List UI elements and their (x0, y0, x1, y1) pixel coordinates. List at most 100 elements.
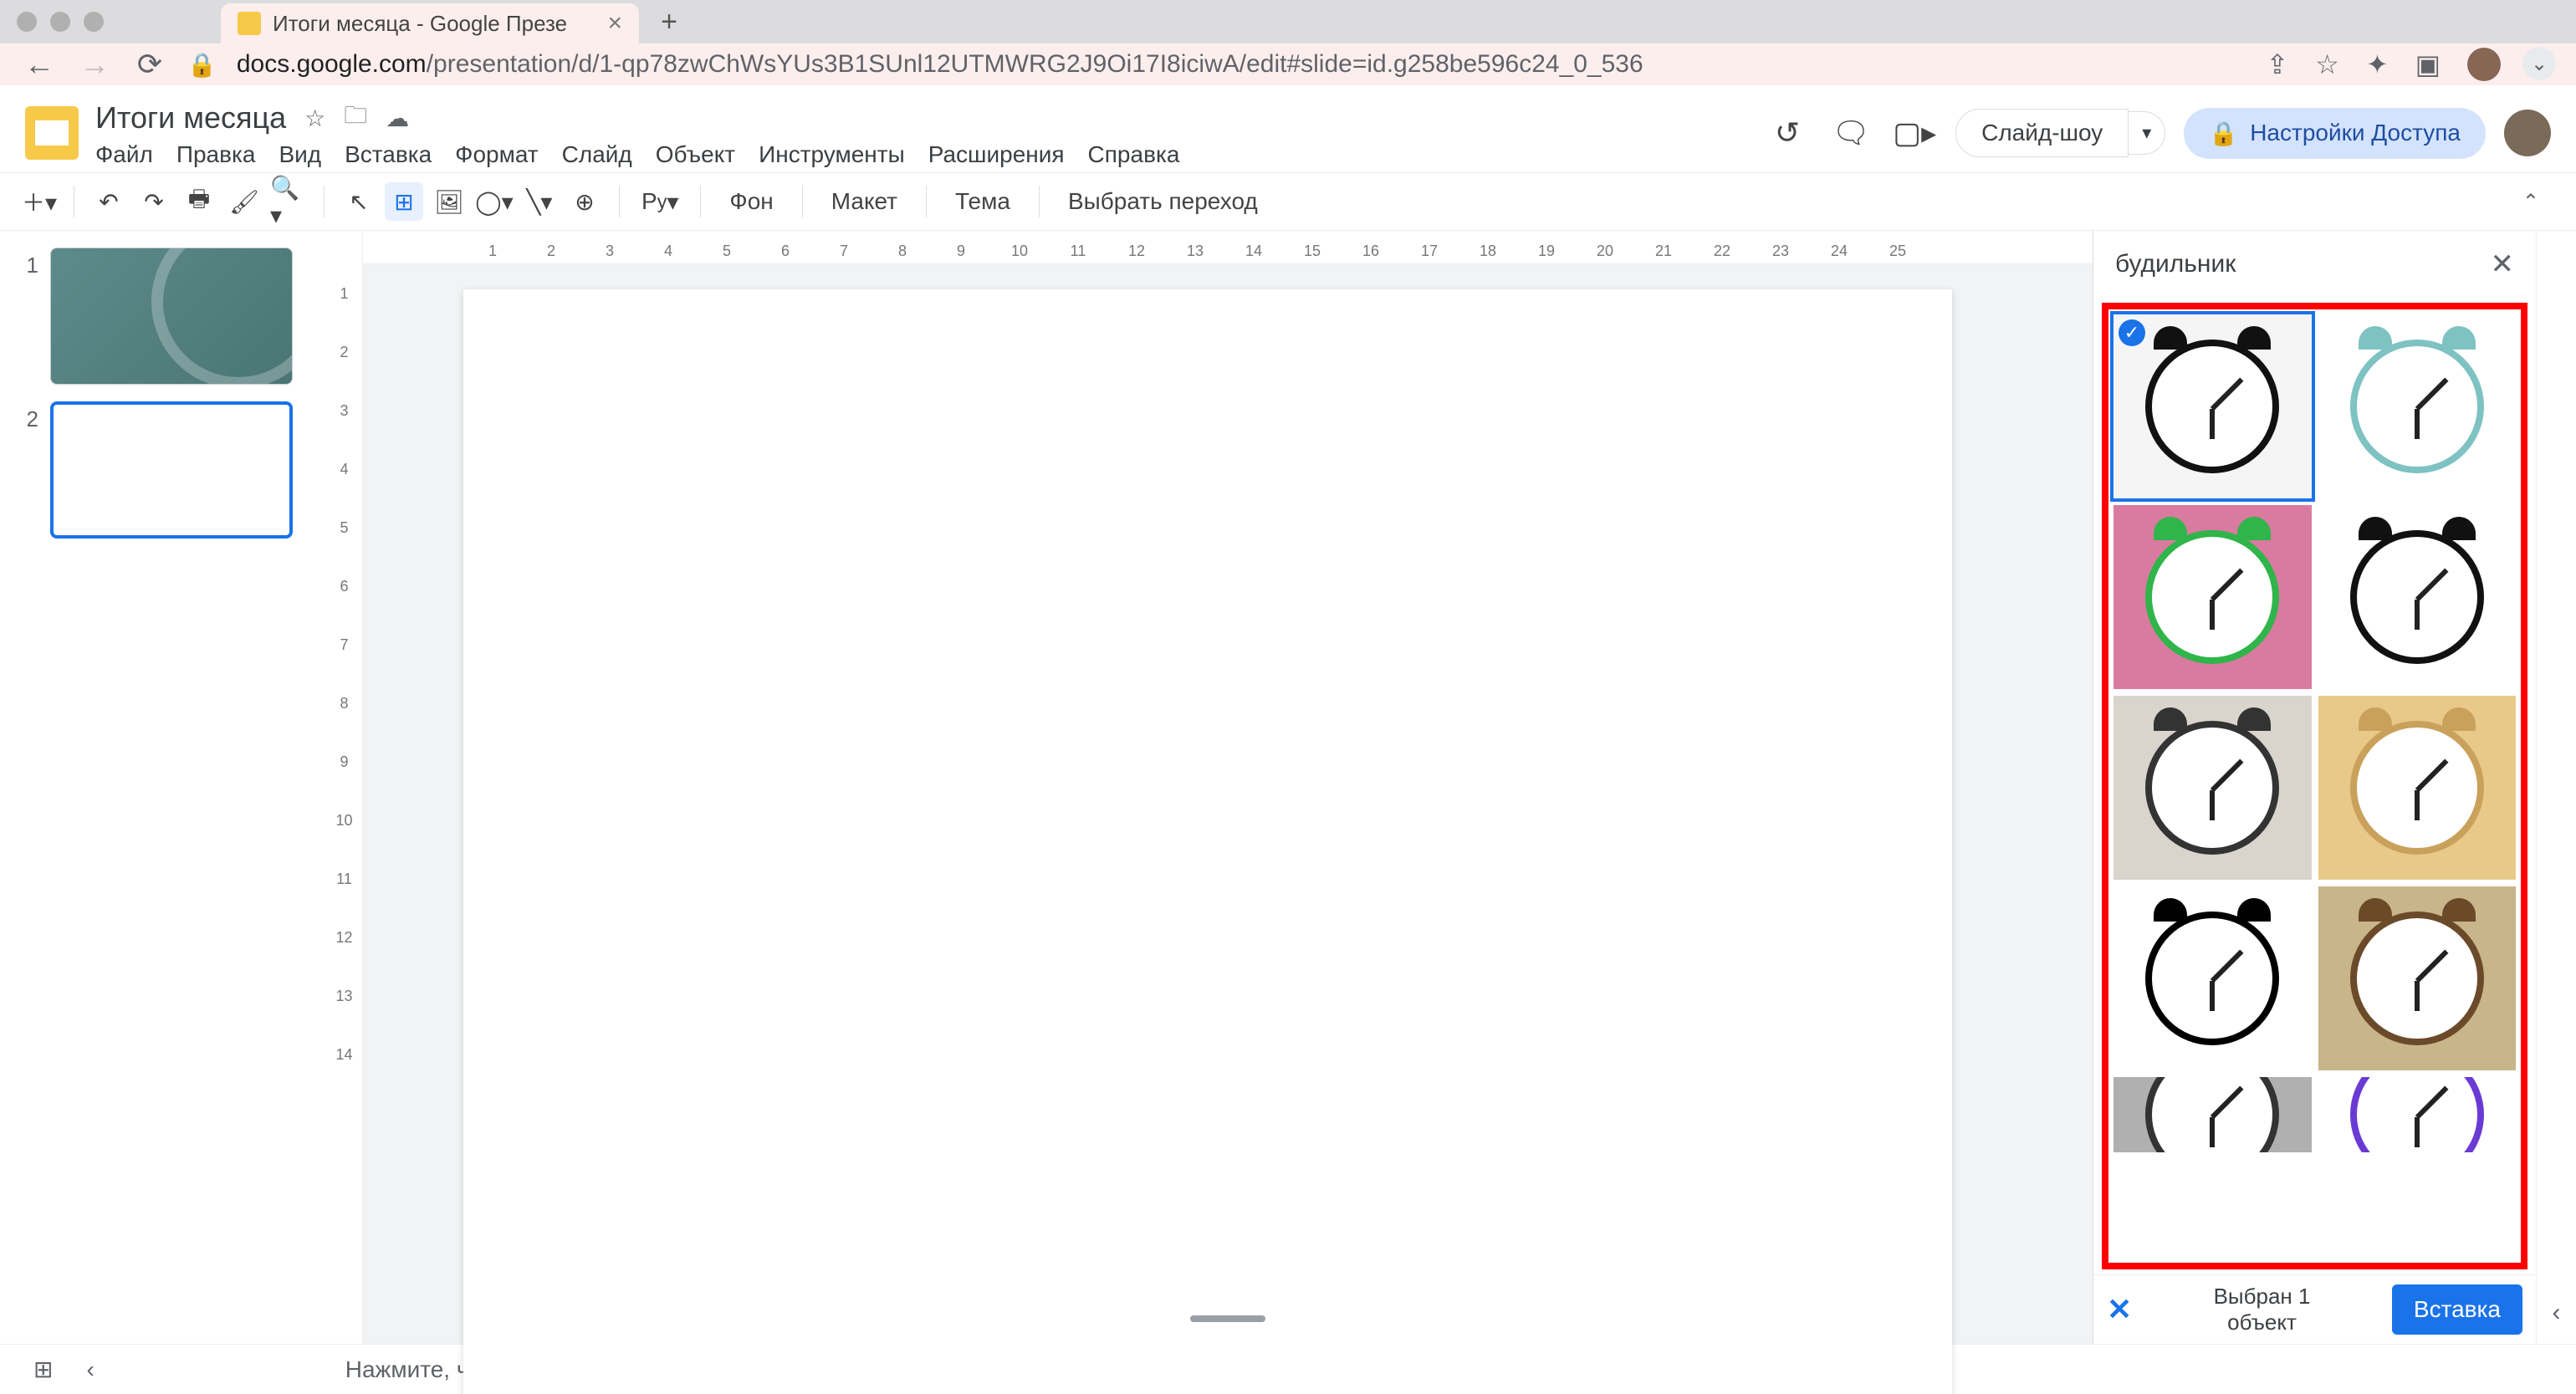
slide-thumbnail[interactable] (50, 401, 293, 539)
search-result-teal-alarm-clock[interactable] (2318, 314, 2517, 498)
menu-slide[interactable]: Слайд (562, 141, 632, 168)
slide-thumb-1[interactable]: 1 (20, 248, 306, 385)
maximize-window-icon[interactable] (84, 12, 104, 32)
search-result-green-alarm-clock[interactable] (2113, 505, 2312, 689)
slides-app: Итоги месяца ☆ 🗀 ☁ Файл Правка Вид Встав… (0, 85, 2576, 1394)
reload-button[interactable]: ⟳ (132, 47, 167, 82)
ruler-tick: 12 (1107, 231, 1166, 263)
ruler-tick: 17 (1400, 231, 1459, 263)
expand-side-icon[interactable]: ‹ (2553, 1299, 2561, 1327)
search-results: ✓ (2102, 303, 2527, 1269)
slide-thumbnail[interactable] (50, 248, 293, 385)
image-tool[interactable]: 🖼 (430, 182, 468, 221)
present-camera-icon[interactable]: ▢▸ (1892, 110, 1937, 156)
redo-button[interactable]: ↷ (135, 182, 173, 221)
theme-button[interactable]: Тема (942, 188, 1024, 215)
line-tool[interactable]: ╲▾ (520, 182, 559, 221)
menu-file[interactable]: Файл (95, 141, 153, 168)
tab-title: Итоги месяца - Google Презе (273, 11, 567, 37)
doc-title[interactable]: Итоги месяца (95, 100, 286, 135)
url-display[interactable]: docs.google.com/presentation/d/1-qp78zwC… (237, 50, 1643, 79)
slideshow-button[interactable]: Слайд-шоу (1955, 109, 2129, 157)
spellcheck-button[interactable]: Ру▾ (635, 182, 685, 221)
new-tab-button[interactable]: + (652, 5, 686, 38)
selection-count: Выбран 1 объект (2144, 1284, 2380, 1335)
ruler-tick: 8 (326, 674, 362, 733)
app-header: Итоги месяца ☆ 🗀 ☁ Файл Правка Вид Встав… (0, 85, 2576, 172)
canvas-area[interactable] (363, 264, 2093, 1344)
move-folder-icon[interactable]: 🗀 (344, 98, 367, 138)
browser-profile-avatar[interactable] (2467, 48, 2501, 81)
comment-tool[interactable]: ⊕ (565, 182, 604, 221)
share-page-icon[interactable]: ⇪ (2266, 49, 2288, 80)
browser-right-icons: ⇪ ☆ ✦ ▣ ⋮ (2266, 48, 2554, 81)
clear-selection-icon[interactable]: ✕ (2107, 1292, 2132, 1327)
explore-icon[interactable]: ⊞ (33, 1356, 53, 1383)
close-panel-icon[interactable]: ✕ (2491, 248, 2515, 281)
ruler-tick: 14 (326, 1025, 362, 1084)
ruler-tick: 7 (815, 231, 873, 263)
zoom-button[interactable]: 🔍▾ (270, 182, 309, 221)
slides-logo-icon[interactable] (25, 106, 79, 160)
menu-format[interactable]: Формат (455, 141, 538, 168)
menu-tools[interactable]: Инструменты (759, 141, 905, 168)
search-result-vintage-poster[interactable] (2318, 886, 2517, 1070)
background-button[interactable]: Фон (716, 188, 786, 215)
menu-edit[interactable]: Правка (176, 141, 256, 168)
close-window-icon[interactable] (17, 12, 37, 32)
ruler-tick: 15 (1283, 231, 1342, 263)
close-tab-icon[interactable]: × (607, 9, 622, 38)
minimize-window-icon[interactable] (50, 12, 70, 32)
share-button[interactable]: 🔒 Настройки Доступа (2184, 108, 2486, 159)
comments-icon[interactable]: 🗨 (1828, 110, 1873, 156)
slideshow-dropdown[interactable]: ▾ (2129, 111, 2165, 155)
lock-icon[interactable]: 🔒 (187, 51, 217, 79)
extensions-icon[interactable]: ✦ (2366, 49, 2389, 80)
forward-button[interactable]: → (77, 47, 112, 82)
search-result-vintage-brass-clock[interactable] (2318, 696, 2517, 880)
paint-format-button[interactable]: 🖌 (225, 182, 263, 221)
search-result-line-art-clock[interactable] (2113, 886, 2312, 1070)
browser-tab[interactable]: Итоги месяца - Google Презе × (221, 3, 639, 43)
menu-extensions[interactable]: Расширения (928, 141, 1065, 168)
sidepanel-icon[interactable]: ▣ (2415, 49, 2441, 80)
history-icon[interactable]: ↺ (1765, 110, 1810, 156)
transition-button[interactable]: Выбрать переход (1055, 188, 1271, 215)
slide-canvas[interactable] (463, 289, 1952, 1394)
menu-arrange[interactable]: Объект (656, 141, 735, 168)
collapse-toolbar-icon[interactable]: ⌃ (2522, 190, 2556, 214)
select-tool[interactable]: ↖ (340, 182, 378, 221)
menu-view[interactable]: Вид (279, 141, 321, 168)
cloud-status-icon[interactable]: ☁ (386, 105, 409, 132)
ruler-tick: 3 (326, 381, 362, 440)
menu-help[interactable]: Справка (1088, 141, 1180, 168)
window-controls[interactable] (17, 12, 104, 32)
undo-button[interactable]: ↶ (89, 182, 128, 221)
notes-resize-handle[interactable] (1190, 1315, 1265, 1322)
prev-slide-icon[interactable]: ‹ (86, 1356, 94, 1383)
search-result-bedside-clock[interactable] (2113, 696, 2312, 880)
layout-button[interactable]: Макет (818, 188, 911, 215)
print-button[interactable]: 🖶 (180, 182, 218, 221)
bookmark-icon[interactable]: ☆ (2315, 49, 2339, 80)
selection-line1: Выбран 1 (2144, 1284, 2380, 1310)
back-button[interactable]: ← (22, 47, 57, 82)
search-query[interactable]: будильник (2115, 250, 2236, 278)
search-result-partial-clock-1[interactable] (2113, 1077, 2312, 1152)
star-icon[interactable]: ☆ (304, 105, 325, 132)
textbox-tool[interactable]: ⊞ (385, 182, 423, 221)
insert-button[interactable]: Вставка (2392, 1284, 2522, 1335)
tabs-overflow-icon[interactable]: ⌄ (2522, 47, 2556, 80)
ruler-tick: 25 (1868, 231, 1927, 263)
search-result-purple-clock[interactable] (2318, 1077, 2517, 1152)
menu-insert[interactable]: Вставка (345, 141, 432, 168)
new-slide-button[interactable]: ＋▾ (20, 182, 59, 221)
ruler-tick: 19 (1517, 231, 1576, 263)
search-result-black-alarm-clock[interactable]: ✓ (2113, 314, 2312, 498)
account-avatar[interactable] (2504, 110, 2551, 156)
shape-tool[interactable]: ◯▾ (475, 182, 514, 221)
ruler-tick: 9 (932, 231, 990, 263)
menu-bar: Файл Правка Вид Вставка Формат Слайд Объ… (95, 141, 1179, 168)
slide-thumb-2[interactable]: 2 (20, 401, 306, 539)
search-result-small-black-clock[interactable] (2318, 505, 2517, 689)
